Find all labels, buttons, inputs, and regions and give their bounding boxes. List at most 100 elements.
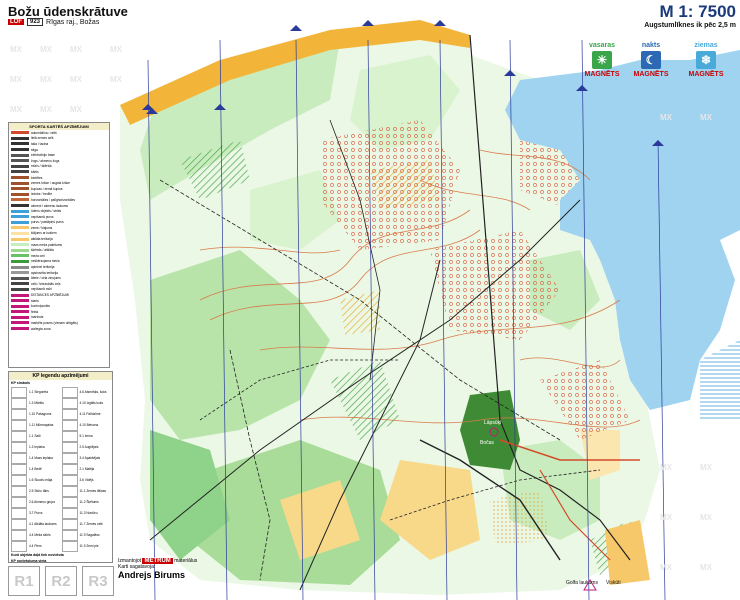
map-subtitle: LOF 923 Rīgas raj., Božas	[8, 18, 99, 26]
place-label: Bočas	[480, 440, 494, 446]
kp-symbol-icon	[11, 430, 27, 442]
kp-symbol-label: 4.4 Meža stūris	[29, 533, 51, 537]
legend-label: purvs / paslāpiņš purvs	[31, 220, 64, 225]
result-box-r1: R1	[8, 566, 40, 596]
kp-symbol-label: 4.6 Atsevišķs, koks	[79, 390, 107, 394]
result-box-r3: R3	[82, 566, 114, 596]
legend-symbol	[11, 265, 29, 269]
legend-symbol	[11, 226, 29, 230]
kp-symbol-label: 3.7 Purvs	[29, 511, 43, 515]
kp-symbol: 3.4 Apakšējais	[61, 452, 111, 464]
legend-symbol	[11, 271, 29, 275]
place-label: Golfa laukums	[566, 580, 598, 586]
kp-symbol: 2.5 Stūru tālrs	[11, 485, 60, 497]
kp-symbol-icon	[61, 386, 78, 398]
kp-symbol-label: 5.1 žema	[79, 434, 93, 438]
legend-symbol	[11, 187, 29, 191]
legend-symbol	[11, 259, 29, 263]
legend-symbol	[11, 282, 29, 286]
legend-label: DISTANCES APZĪMĒJUMI	[31, 293, 70, 298]
snowflake-icon: ❄	[696, 51, 716, 69]
kp-symbol-icon	[11, 485, 27, 497]
kp-symbol: 2.6 Akmeņu grupa	[11, 496, 60, 508]
legend-label: zemes krāce / augsta krāce	[31, 181, 70, 186]
legend-label: nepišamā purvs	[31, 214, 54, 219]
kp-symbol-icon	[61, 397, 78, 409]
map-credits: Izmantojot METRUM materiālus Karti sagat…	[118, 558, 218, 580]
contour-interval: Augstumlīknes ik pēc 2,5 m	[644, 22, 736, 29]
kp-symbol-icon	[11, 397, 27, 409]
kp-symbol: 1.6 Skudru māja	[11, 474, 60, 486]
kp-symbol-icon	[11, 507, 27, 519]
svg-text:MX: MX	[70, 75, 83, 84]
kp-symbol-label: 11.9 Sagatāvs	[79, 533, 100, 537]
sponsor-ziemas: ziemas ❄ MAGNĒTS	[684, 42, 728, 78]
kp-symbol-label: 11.7 Zemes ceļš	[79, 522, 103, 526]
credits-suffix: materiālus	[174, 558, 198, 564]
svg-text:MX: MX	[110, 45, 123, 54]
kp-symbol: 11.3 Nostūru	[61, 507, 111, 519]
kp-symbol: 4.4 Meža stūris	[11, 529, 60, 541]
kp-symbol-icon	[61, 441, 78, 453]
kp-legend-title: KP legendu apzīmējumi	[9, 372, 112, 380]
kp-symbol-label: 4.11 Palīdzīme	[79, 412, 101, 416]
result-box-r2: R2	[45, 566, 77, 596]
legend-label: nešķērsojama meža	[31, 259, 60, 264]
legend-symbol	[11, 176, 29, 180]
legend-symbol	[11, 327, 29, 331]
legend-symbol	[11, 153, 29, 157]
kp-symbol-icon	[11, 540, 27, 552]
svg-text:MX: MX	[660, 113, 673, 122]
kp-symbol: 2.1 Malēja	[61, 463, 111, 475]
sponsor-brand: MAGNĒTS	[584, 71, 620, 78]
svg-text:MX: MX	[110, 75, 123, 84]
kp-section-section3: KP novietojuma vieta	[11, 559, 47, 563]
kp-symbol: 4.1 Atklāta laukums	[11, 518, 60, 530]
legend-label: kārtis	[31, 169, 39, 174]
legend-symbol	[11, 304, 29, 308]
legend-label: elektroliniju trase	[31, 153, 55, 158]
kp-symbol-icon	[61, 408, 78, 420]
legend-label: lielā zemes celš	[31, 136, 54, 141]
kp-symbol-icon	[61, 529, 78, 541]
legend-symbol	[11, 321, 29, 325]
svg-text:MX: MX	[10, 105, 23, 114]
kp-symbol-label: 3.4 Apakšējais	[79, 456, 101, 460]
kp-symbol-icon	[11, 463, 27, 475]
kp-symbol: 4.4 Piers	[11, 540, 60, 552]
kp-symbol-label: 1.10 Pašagrons	[29, 412, 52, 416]
kp-symbol-label: 1.4 Bedē	[29, 467, 42, 471]
legend-label: maršruts	[31, 315, 44, 320]
sponsor-vasaras: vasaras ☀ MAGNĒTS	[580, 42, 624, 78]
svg-text:MX: MX	[660, 563, 673, 572]
legend-symbol	[11, 159, 29, 163]
kp-symbol: 11.9 Zemi pie	[61, 540, 111, 552]
legend-symbol	[11, 170, 29, 174]
kp-symbol: 3.6 Vidējs	[61, 474, 111, 486]
kp-symbol-icon	[61, 507, 78, 519]
legend-label: mūris / šķēršļa	[31, 164, 52, 169]
legend-symbol	[11, 287, 29, 291]
legend-label: atklāta teritorija	[31, 237, 53, 242]
svg-text:MX: MX	[70, 105, 83, 114]
map-number: 923	[27, 18, 44, 26]
sun-icon: ☀	[592, 51, 612, 69]
place-label: Viskūti	[606, 580, 621, 586]
kp-symbol-label: 11.9 Zemi pie	[79, 544, 99, 548]
legend-symbol	[11, 254, 29, 258]
kp-symbol-label: 1.1 Siegoreta	[29, 390, 48, 394]
place-label: Lāpsūķi	[484, 420, 502, 426]
legend-label: iedobe / bedīte	[31, 192, 53, 197]
legend-label: kontrolpunkts	[31, 304, 50, 309]
kp-symbol-icon	[11, 441, 27, 453]
legend-label: klājums ar kokiem	[31, 231, 57, 236]
legend-label: bedētes	[31, 175, 43, 180]
svg-text:MX: MX	[700, 113, 713, 122]
legend-label: finišs	[31, 309, 39, 314]
kp-symbol-label: 1.3 Ieplaka	[29, 445, 45, 449]
kp-symbol-label: 4.4 Piers	[29, 544, 42, 548]
federation-badge: LOF	[8, 19, 24, 25]
kp-symbol-label: 4.10 Beisona	[79, 423, 99, 427]
legend-symbol	[11, 131, 29, 135]
legend-label: ābele / ceļa ziņojums	[31, 276, 61, 281]
